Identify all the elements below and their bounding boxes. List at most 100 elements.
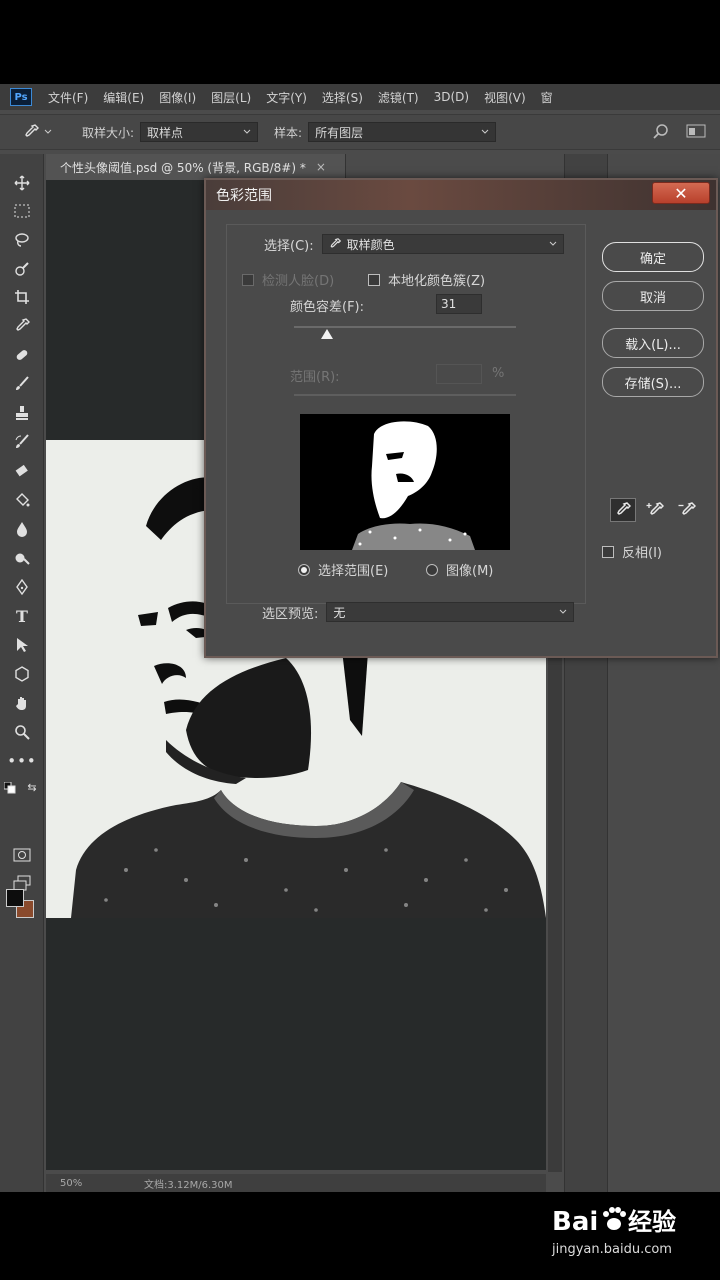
sample-size-select[interactable]: 取样点 <box>140 122 259 142</box>
sample-select[interactable]: 所有图层 <box>308 122 497 142</box>
close-icon[interactable]: ✕ <box>652 182 710 204</box>
selection-preview[interactable] <box>300 414 510 550</box>
eyedropper-icon <box>25 124 39 137</box>
menu-type[interactable]: 文字(Y) <box>266 89 307 106</box>
ok-button[interactable]: 确定 <box>602 242 704 272</box>
cancel-button[interactable]: 取消 <box>602 281 704 311</box>
menu-select[interactable]: 选择(S) <box>322 89 363 106</box>
subtract-from-sample-button[interactable] <box>674 498 700 522</box>
menu-window[interactable]: 窗 <box>541 89 553 106</box>
path-selection-tool-icon[interactable] <box>8 634 36 656</box>
eyedropper-button[interactable] <box>610 498 636 522</box>
dialog-title: 色彩范围 <box>216 188 272 204</box>
invert-label: 反相(I) <box>622 546 662 561</box>
localized-clusters-checkbox[interactable] <box>368 273 380 286</box>
default-colors-icon[interactable] <box>4 782 16 794</box>
type-tool-icon[interactable]: T <box>8 605 36 627</box>
range-label: 范围(R): <box>290 370 340 385</box>
eyedropper-plus-icon <box>646 502 664 515</box>
status-bar: 50% 文档:3.12M/6.30M <box>46 1174 546 1192</box>
chevron-down-icon <box>560 609 567 614</box>
shape-tool-icon[interactable] <box>8 663 36 685</box>
sample-size-value: 取样点 <box>147 125 184 140</box>
fuzziness-slider-thumb[interactable] <box>321 329 334 339</box>
zoom-level[interactable]: 50% <box>60 1178 130 1189</box>
dodge-tool-icon[interactable] <box>8 547 36 569</box>
workspace-icon[interactable] <box>686 123 706 139</box>
selection-radio[interactable] <box>298 563 310 576</box>
crop-tool-icon[interactable] <box>8 286 36 308</box>
dialog-title-bar[interactable]: 色彩范围 ✕ <box>206 180 716 210</box>
document-info: 文档:3.12M/6.30M <box>144 1179 233 1191</box>
document-tab[interactable]: 个性头像阈值.psd @ 50% (背景, RGB/8#) * × <box>46 154 346 180</box>
quick-selection-tool-icon[interactable] <box>8 258 36 280</box>
quick-mask-icon[interactable] <box>8 844 36 866</box>
menu-layer[interactable]: 图层(L) <box>211 89 251 106</box>
eraser-tool-icon[interactable] <box>8 460 36 482</box>
svg-text:经验: 经验 <box>628 1208 676 1236</box>
swap-colors-icon[interactable]: ⇆ <box>26 780 38 794</box>
baidu-logo: Bai 经验 <box>552 1207 676 1237</box>
chevron-down-icon <box>549 241 556 246</box>
brush-tool-icon[interactable] <box>8 373 36 395</box>
hand-tool-icon[interactable] <box>8 692 36 714</box>
eyedropper-group <box>610 498 700 522</box>
add-to-sample-button[interactable] <box>642 498 668 522</box>
healing-brush-tool-icon[interactable] <box>8 344 36 366</box>
menu-edit[interactable]: 编辑(E) <box>103 89 144 106</box>
eyedropper-icon <box>330 238 341 248</box>
marquee-tool-icon[interactable] <box>8 200 36 222</box>
zoom-tool-icon[interactable] <box>8 721 36 743</box>
move-tool-icon[interactable] <box>8 172 36 194</box>
range-unit: % <box>492 366 505 381</box>
image-radio-label: 图像(M) <box>446 564 494 579</box>
options-bar: 取样大小: 取样点 样本: 所有图层 <box>0 114 720 150</box>
sample-size-label: 取样大小: <box>82 125 135 140</box>
sample-value: 所有图层 <box>315 125 364 140</box>
more-tools-icon[interactable]: ••• <box>7 750 36 772</box>
eyedropper-preset-picker[interactable] <box>22 123 60 141</box>
image-radio[interactable] <box>426 563 438 576</box>
baidu-jingyan-watermark: Bai 经验 jingyan.baidu.com <box>552 1200 712 1270</box>
photoshop-logo: Ps <box>10 88 32 106</box>
fuzziness-input[interactable]: 31 <box>436 294 482 314</box>
menu-image[interactable]: 图像(I) <box>159 89 196 106</box>
invert-checkbox[interactable] <box>602 545 614 558</box>
selection-radio-label: 选择范围(E) <box>318 564 389 579</box>
pen-tool-icon[interactable] <box>8 576 36 598</box>
lasso-tool-icon[interactable] <box>8 229 36 251</box>
select-label: 选择(C): <box>264 238 314 254</box>
detect-faces-label: 检测人脸(D) <box>262 274 335 289</box>
foreground-color-swatch[interactable] <box>6 889 24 907</box>
range-slider-track[interactable] <box>294 394 516 396</box>
eyedropper-minus-icon <box>678 502 696 515</box>
menu-3d[interactable]: 3D(D) <box>434 90 469 104</box>
selection-mask-image <box>352 421 475 550</box>
select-value: 取样颜色 <box>346 237 395 252</box>
history-brush-tool-icon[interactable] <box>8 431 36 453</box>
search-icon[interactable] <box>652 123 670 141</box>
color-range-dialog: 色彩范围 ✕ 选择(C): 取样颜色 检测人脸(D) 本地化颜色簇(Z) 颜色容… <box>204 178 718 658</box>
menu-view[interactable]: 视图(V) <box>484 89 526 106</box>
stamp-tool-icon[interactable] <box>8 402 36 424</box>
paint-bucket-tool-icon[interactable] <box>8 489 36 511</box>
blur-tool-icon[interactable] <box>8 518 36 540</box>
range-input[interactable] <box>436 364 482 384</box>
selection-preview-dropdown[interactable]: 无 <box>326 602 575 622</box>
chevron-down-icon <box>44 129 52 134</box>
eyedropper-icon <box>617 502 631 515</box>
close-tab-icon[interactable]: × <box>316 160 326 174</box>
eyedropper-tool-icon[interactable] <box>8 315 36 337</box>
fuzziness-slider-track[interactable] <box>294 326 516 328</box>
menu-file[interactable]: 文件(F) <box>48 89 88 106</box>
save-button[interactable]: 存储(S)... <box>602 367 704 397</box>
chevron-down-icon <box>481 129 489 134</box>
selection-preview-label: 选区预览: <box>262 606 319 622</box>
chevron-down-icon <box>243 129 251 134</box>
load-button[interactable]: 载入(L)... <box>602 328 704 358</box>
menu-filter[interactable]: 滤镜(T) <box>378 89 419 106</box>
photoshop-window: Ps 文件(F) 编辑(E) 图像(I) 图层(L) 文字(Y) 选择(S) 滤… <box>0 84 720 1192</box>
detect-faces-checkbox[interactable] <box>242 273 254 286</box>
select-dropdown[interactable]: 取样颜色 <box>321 234 564 254</box>
svg-text:Bai: Bai <box>552 1207 598 1237</box>
